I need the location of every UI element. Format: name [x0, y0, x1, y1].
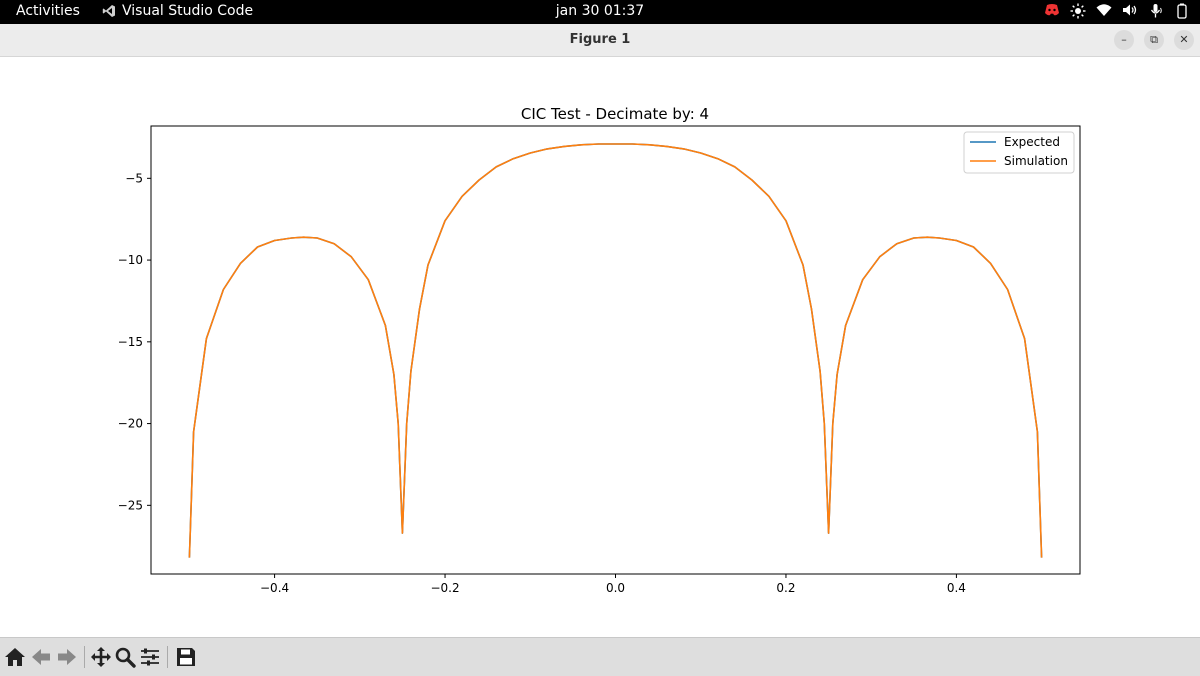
zoom-icon [115, 647, 136, 668]
back-icon [32, 649, 50, 665]
y-tick-label: −20 [118, 417, 143, 431]
close-icon: ✕ [1179, 33, 1189, 46]
close-button[interactable]: ✕ [1174, 30, 1194, 50]
back-button[interactable] [30, 646, 52, 668]
restore-icon: ⧉ [1150, 33, 1158, 46]
vscode-icon [102, 5, 115, 17]
plot-area-frame [150, 125, 1081, 575]
system-top-bar: Activities Visual Studio Code jan 30 01:… [0, 0, 1200, 24]
save-button[interactable] [175, 646, 197, 668]
toolbar-separator [167, 646, 168, 668]
home-icon [5, 648, 25, 666]
chart[interactable]: CIC Test - Decimate by: 4 −0.4 −0.2 0.0 0.2… [0, 57, 1200, 637]
toolbar-separator [84, 646, 85, 668]
x-tick-label: 0.2 [776, 581, 795, 595]
figure-canvas[interactable]: CIC Test - Decimate by: 4 −0.4 −0.2 0.0 0.2… [0, 57, 1200, 637]
legend-label-simulation: Simulation [1004, 154, 1068, 168]
window-title: Figure 1 [569, 32, 631, 47]
legend-label-expected: Expected [1004, 135, 1060, 149]
x-tick-label: 0.4 [947, 581, 966, 595]
x-tick-label: 0.0 [606, 581, 625, 595]
microphone-icon[interactable] [1148, 3, 1164, 19]
forward-icon [58, 649, 76, 665]
configure-subplots-icon [141, 648, 159, 666]
minimize-icon: – [1121, 33, 1127, 46]
window-title-bar[interactable]: Figure 1 – ⧉ ✕ [0, 24, 1200, 57]
x-tick-label: −0.2 [430, 581, 459, 595]
clock[interactable]: jan 30 01:37 [556, 3, 644, 19]
configure-subplots-button[interactable] [139, 646, 161, 668]
pan-button[interactable] [90, 646, 112, 668]
restore-button[interactable]: ⧉ [1144, 30, 1164, 50]
x-tick-label: −0.4 [260, 581, 289, 595]
home-button[interactable] [4, 646, 26, 668]
y-tick-label: −15 [118, 335, 143, 349]
legend: Expected Simulation [963, 131, 1075, 174]
discord-icon[interactable] [1044, 3, 1060, 19]
figure-toolbar [0, 637, 1200, 676]
y-tick-label: −5 [125, 171, 143, 185]
system-tray[interactable] [1044, 3, 1190, 19]
forward-button[interactable] [56, 646, 78, 668]
y-tick-label: −10 [118, 253, 143, 267]
wifi-icon[interactable] [1096, 3, 1112, 19]
app-name: Visual Studio Code [122, 3, 254, 19]
battery-icon[interactable] [1174, 3, 1190, 19]
chart-title: CIC Test - Decimate by: 4 [521, 105, 709, 123]
series-line-expected [188, 143, 1043, 558]
app-menu[interactable]: Visual Studio Code [102, 3, 253, 19]
y-tick-label: −25 [118, 498, 143, 512]
activities-button[interactable]: Activities [16, 3, 80, 19]
volume-icon[interactable] [1122, 3, 1138, 19]
minimize-button[interactable]: – [1114, 30, 1134, 50]
series-line-simulation [188, 143, 1043, 558]
save-icon [177, 648, 195, 666]
pan-icon [91, 647, 111, 667]
zoom-button[interactable] [114, 646, 136, 668]
brightness-icon[interactable] [1070, 3, 1086, 19]
